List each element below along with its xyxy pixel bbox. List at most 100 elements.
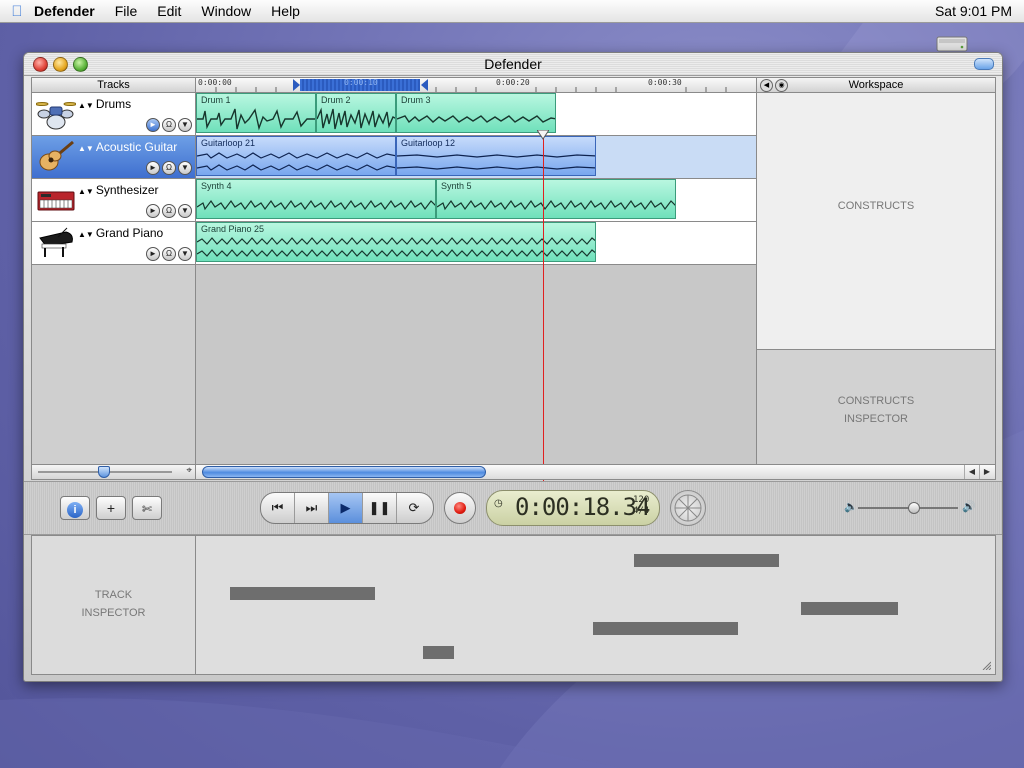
waveform bbox=[397, 115, 555, 124]
add-track-button[interactable]: + bbox=[96, 496, 126, 520]
playhead-handle-icon[interactable] bbox=[537, 130, 549, 140]
pause-button[interactable]: ❚❚ bbox=[363, 493, 397, 523]
drum-kit-icon bbox=[36, 102, 76, 130]
fast-forward-button[interactable]: ⏭ bbox=[295, 493, 329, 523]
region-drum-1[interactable]: Drum 1 bbox=[196, 93, 316, 133]
horizontal-scroll-thumb[interactable] bbox=[202, 466, 486, 478]
region-grand-piano-25[interactable]: Grand Piano 25 bbox=[196, 222, 596, 262]
track-options-chevron-icon[interactable]: ▼ bbox=[178, 118, 192, 132]
track-options-chevron-icon[interactable]: ▼ bbox=[178, 247, 192, 261]
time-signature-value: 4/4 bbox=[633, 506, 650, 516]
info-button[interactable]: i bbox=[60, 496, 90, 520]
main-window: Defender Tracks ▲▼ Drums ► Ω ▼ ▲▼ Acoust… bbox=[23, 52, 1003, 682]
lane-drums[interactable]: Drum 1 Drum 2 Drum 3 bbox=[196, 93, 756, 136]
track-header-acoustic-guitar[interactable]: ▲▼ Acoustic Guitar ► Ω ▼ bbox=[32, 136, 195, 179]
menu-file[interactable]: File bbox=[115, 3, 138, 19]
track-name-acoustic-guitar[interactable]: ▲▼ Acoustic Guitar bbox=[78, 140, 177, 154]
cycle-end-marker-icon[interactable] bbox=[420, 79, 428, 91]
region-drum-3[interactable]: Drum 3 bbox=[396, 93, 556, 133]
record-button[interactable] bbox=[444, 492, 476, 524]
tempo-readout: 120 4/4 bbox=[633, 495, 649, 517]
menu-app-name[interactable]: Defender bbox=[34, 3, 95, 19]
region-drum-2[interactable]: Drum 2 bbox=[316, 93, 396, 133]
track-name-grand-piano[interactable]: ▲▼ Grand Piano bbox=[78, 226, 163, 240]
tempo-value: 120 bbox=[633, 495, 650, 505]
track-editor-panel[interactable] bbox=[195, 535, 996, 675]
constructs-inspector-label-line2: INSPECTOR bbox=[844, 413, 908, 425]
region-guitarloop-21[interactable]: Guitarloop 21 bbox=[196, 136, 396, 176]
menu-clock[interactable]: Sat 9:01 PM bbox=[935, 3, 1012, 19]
constructs-label: CONSTRUCTS bbox=[837, 200, 915, 212]
constructs-inspector-label-line1: CONSTRUCTS bbox=[837, 395, 915, 407]
menu-edit[interactable]: Edit bbox=[157, 3, 181, 19]
solo-headphones-icon[interactable]: Ω bbox=[162, 118, 176, 132]
cycle-loop-button[interactable]: ⟳ bbox=[397, 493, 431, 523]
mute-speaker-icon[interactable]: ► bbox=[146, 204, 160, 218]
track-header-synthesizer[interactable]: ▲▼ Synthesizer ► Ω ▼ bbox=[32, 179, 195, 222]
cycle-start-marker-icon[interactable] bbox=[293, 79, 301, 91]
toolbar-toggle-button[interactable] bbox=[974, 58, 994, 70]
track-name-synthesizer[interactable]: ▲▼ Synthesizer bbox=[78, 183, 159, 197]
lane-synthesizer[interactable]: Synth 4 Synth 5 bbox=[196, 179, 756, 222]
volume-high-icon: 🔊 bbox=[962, 501, 976, 513]
workspace-info-icon[interactable]: ◉ bbox=[775, 79, 788, 92]
solo-headphones-icon[interactable]: Ω bbox=[162, 204, 176, 218]
track-inspector-label-line2: INSPECTOR bbox=[81, 607, 146, 619]
zoom-crosshair-icon[interactable]: ⌖ bbox=[186, 465, 192, 476]
time-readout: 0:00:18.34 bbox=[515, 493, 650, 521]
volume-slider-knob[interactable] bbox=[908, 502, 920, 514]
track-header-list: ▲▼Drums ► Ω ▼ ▲▼Acoustic Guitar ► Ω ▼ bbox=[31, 92, 196, 466]
solo-headphones-icon[interactable]: Ω bbox=[162, 247, 176, 261]
track-inspector-panel[interactable]: TRACK INSPECTOR bbox=[31, 535, 196, 675]
track-header-drums[interactable]: ▲▼ Drums ► Ω ▼ bbox=[32, 93, 195, 136]
mute-speaker-icon[interactable]: ► bbox=[146, 161, 160, 175]
lane-grand-piano[interactable]: Grand Piano 25 bbox=[196, 222, 756, 265]
go-to-beginning-button[interactable]: ⏮ bbox=[261, 493, 295, 523]
hard-drive-icon[interactable] bbox=[936, 34, 968, 54]
waveform bbox=[317, 107, 395, 130]
tracks-column-header: Tracks bbox=[31, 77, 196, 93]
editor-button[interactable]: ✄ bbox=[132, 496, 162, 520]
workspace-back-icon[interactable]: ◀ bbox=[760, 79, 773, 92]
waveform bbox=[197, 237, 595, 257]
region-guitarloop-12[interactable]: Guitarloop 12 bbox=[396, 136, 596, 176]
playhead-line[interactable] bbox=[543, 132, 544, 515]
track-options-chevron-icon[interactable]: ▼ bbox=[178, 204, 192, 218]
redacted-block bbox=[230, 587, 375, 600]
redacted-block bbox=[801, 602, 898, 615]
zoom-slider-knob[interactable] bbox=[98, 466, 110, 478]
menu-help[interactable]: Help bbox=[271, 3, 300, 19]
jog-wheel[interactable] bbox=[670, 490, 706, 526]
constructs-panel[interactable]: CONSTRUCTS bbox=[756, 92, 996, 350]
region-synth-5[interactable]: Synth 5 bbox=[436, 179, 676, 219]
workspace-title: Workspace bbox=[848, 79, 904, 91]
track-options-chevron-icon[interactable]: ▼ bbox=[178, 161, 192, 175]
track-lanes[interactable]: Drum 1 Drum 2 Drum 3 Guitarloop 21 Guita… bbox=[195, 92, 757, 466]
menu-window[interactable]: Window bbox=[201, 3, 251, 19]
play-button[interactable]: ▶ bbox=[329, 493, 363, 523]
scroll-left-arrow-icon[interactable]: ◀ bbox=[964, 465, 979, 479]
horizontal-scrollbar[interactable]: ◀ ▶ bbox=[195, 464, 996, 480]
info-icon: i bbox=[67, 502, 83, 518]
resize-grip-icon[interactable] bbox=[981, 660, 991, 670]
guitar-icon bbox=[39, 140, 74, 171]
mute-speaker-icon[interactable]: ► bbox=[146, 247, 160, 261]
constructs-inspector-panel[interactable]: CONSTRUCTS INSPECTOR bbox=[756, 349, 996, 466]
region-synth-4[interactable]: Synth 4 bbox=[196, 179, 436, 219]
apple-menu-icon[interactable]:  bbox=[0, 3, 34, 20]
volume-low-icon: 🔈 bbox=[844, 501, 858, 513]
redacted-block bbox=[423, 646, 454, 659]
track-name-drums[interactable]: ▲▼ Drums bbox=[78, 97, 131, 111]
solo-headphones-icon[interactable]: Ω bbox=[162, 161, 176, 175]
scroll-right-arrow-icon[interactable]: ▶ bbox=[979, 465, 994, 479]
ruler-label: 0:00:00 bbox=[198, 78, 232, 87]
track-header-grand-piano[interactable]: ▲▼ Grand Piano ► Ω ▼ bbox=[32, 222, 195, 265]
window-titlebar[interactable]: Defender bbox=[24, 53, 1002, 76]
ruler-label: 0:00:20 bbox=[496, 78, 530, 87]
time-display[interactable]: ◷ 0:00:18.34 120 4/4 bbox=[486, 490, 660, 526]
ruler-label: 0:00:10 bbox=[344, 78, 378, 87]
timeline-ruler[interactable]: 0:00:00 0:00:10 0:00:20 0:00:30 bbox=[195, 77, 757, 93]
lane-acoustic-guitar[interactable]: Guitarloop 21 Guitarloop 12 bbox=[196, 136, 756, 179]
mute-speaker-icon[interactable]: ► bbox=[146, 118, 160, 132]
clock-icon: ◷ bbox=[494, 498, 503, 509]
